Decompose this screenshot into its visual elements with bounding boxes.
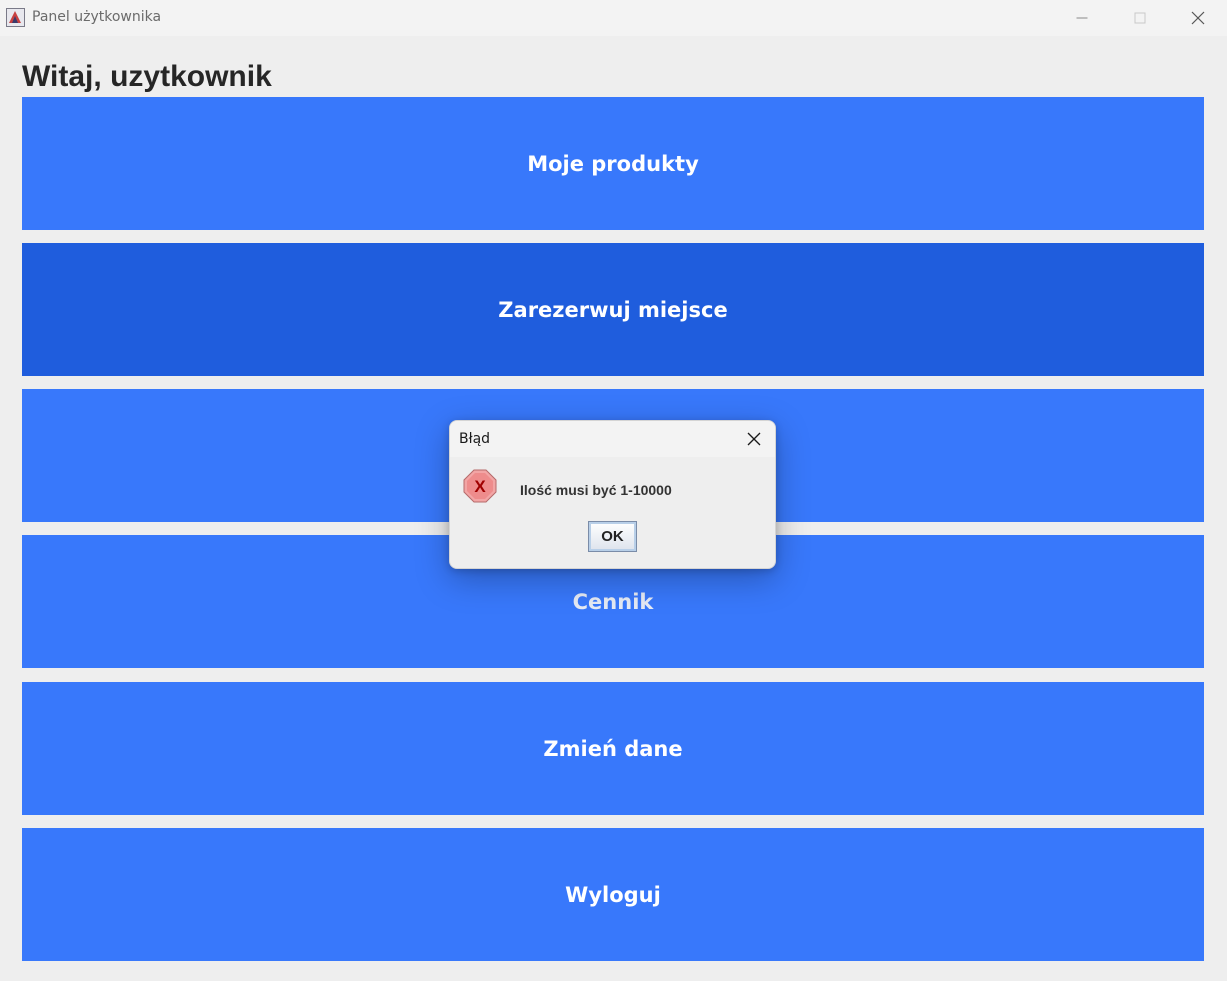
dialog-title: Błąd [459, 431, 491, 447]
change-data-label: Zmień dane [543, 736, 683, 761]
greeting-heading: Witaj, uzytkownik [22, 60, 272, 93]
main-window: Panel użytkownika Witaj, uzytkownik Moje… [0, 0, 1227, 981]
minimize-button[interactable] [1053, 0, 1111, 36]
dialog-close-button[interactable] [740, 427, 768, 451]
close-icon [747, 432, 761, 446]
close-icon [1191, 11, 1205, 25]
dialog-titlebar[interactable]: Błąd [450, 421, 775, 457]
error-icon: X [463, 469, 497, 503]
logout-label: Wyloguj [565, 882, 661, 907]
svg-text:X: X [474, 477, 486, 496]
dialog-message: Ilość musi być 1-10000 [520, 482, 672, 498]
minimize-icon [1076, 17, 1088, 19]
maximize-button[interactable] [1111, 0, 1169, 36]
my-products-label: Moje produkty [527, 151, 699, 176]
maximize-icon [1134, 12, 1146, 24]
my-products-button[interactable]: Moje produkty [22, 97, 1204, 230]
window-titlebar[interactable]: Panel użytkownika [0, 0, 1227, 36]
close-window-button[interactable] [1169, 0, 1227, 36]
price-list-label: Cennik [572, 589, 654, 614]
ok-button-label: OK [601, 528, 624, 545]
ok-button[interactable]: OK [588, 521, 637, 552]
app-icon [6, 8, 25, 27]
change-data-button[interactable]: Zmień dane [22, 682, 1204, 815]
reserve-place-button[interactable]: Zarezerwuj miejsce [22, 243, 1204, 376]
error-dialog: Błąd X Ilość musi być 1-10000 OK [449, 420, 776, 569]
logout-button[interactable]: Wyloguj [22, 828, 1204, 961]
reserve-place-label: Zarezerwuj miejsce [498, 297, 728, 322]
window-title: Panel użytkownika [32, 9, 162, 25]
